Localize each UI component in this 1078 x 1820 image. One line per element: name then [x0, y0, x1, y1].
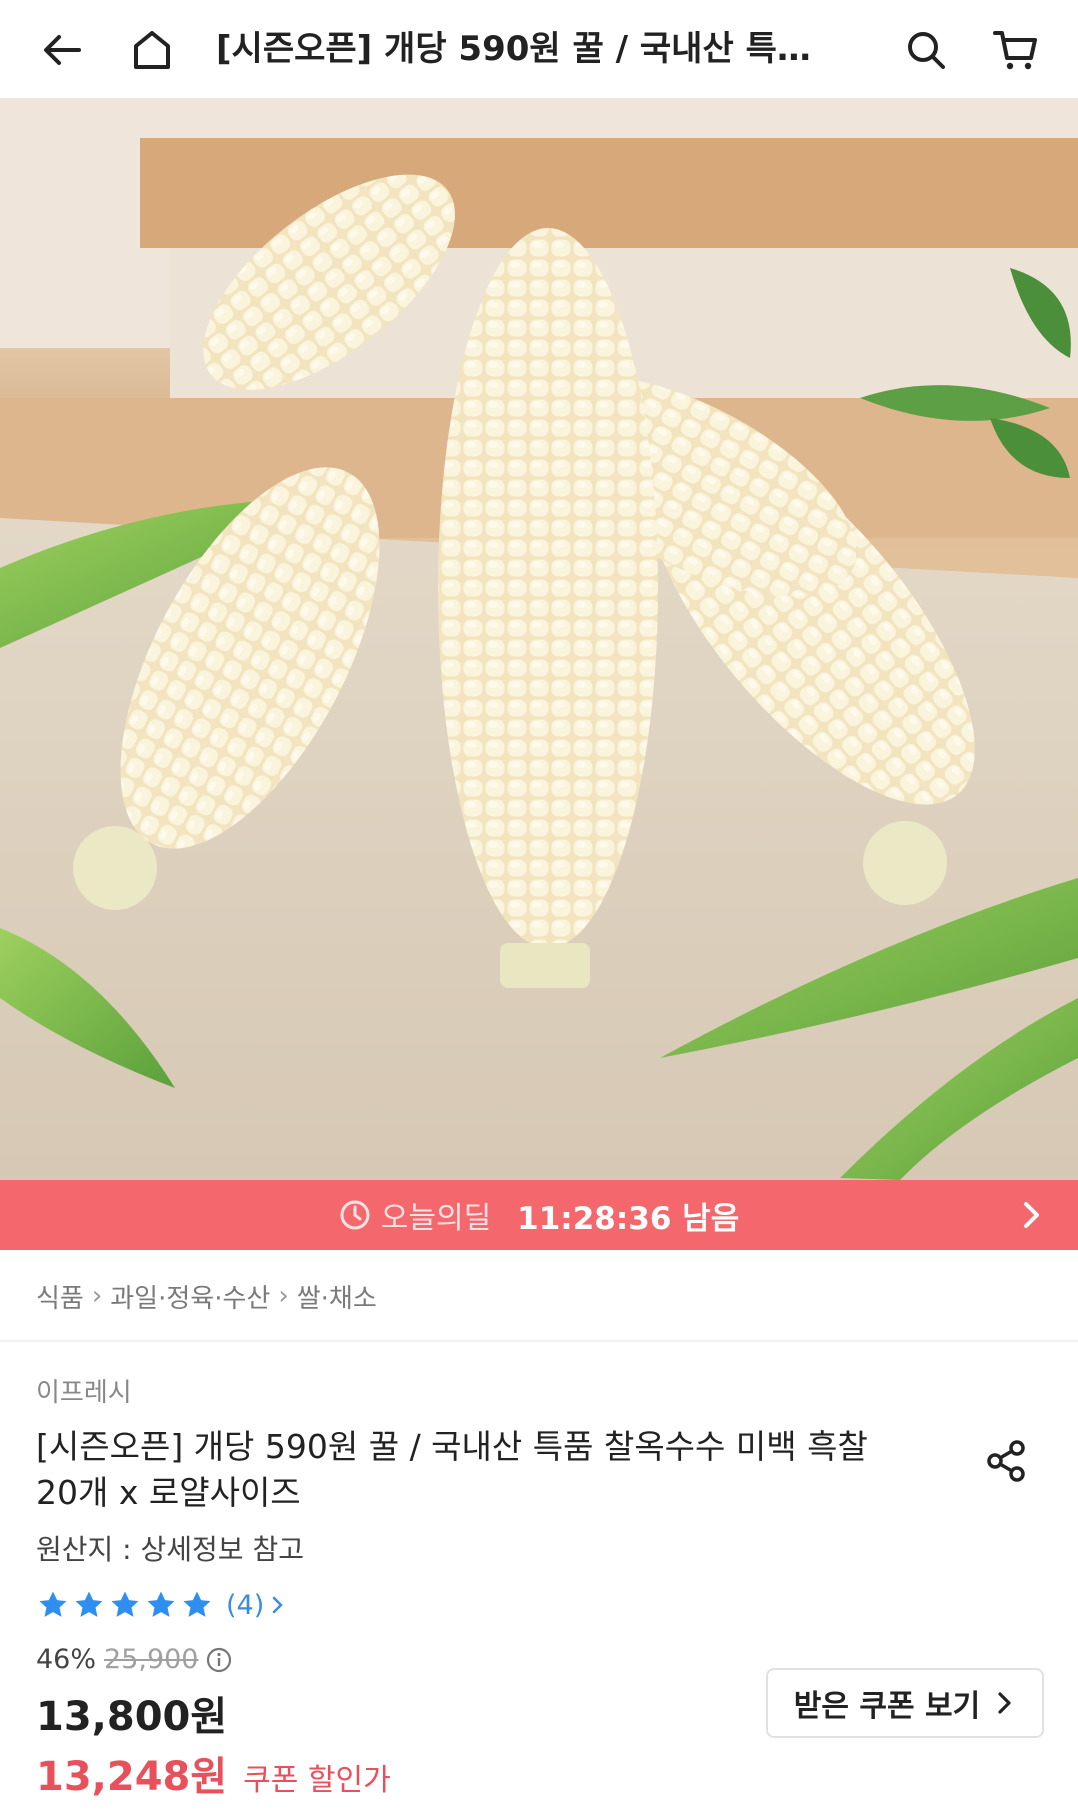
- coupon-price-label: 쿠폰 할인가: [243, 1763, 391, 1798]
- product-title-line-1: [시즌오픈] 개당 590원 꿀 / 국내산 특품 찰옥수수 미백 흑찰: [36, 1427, 868, 1466]
- breadcrumb: 식품 › 과일·정육·수산 › 쌀·채소: [36, 1276, 377, 1316]
- coupon-price-row: 13,248원 쿠폰 할인가: [36, 1744, 391, 1802]
- coupon-price: 13,248원: [36, 1754, 228, 1800]
- rating-summary[interactable]: (4): [36, 1588, 288, 1622]
- view-coupons-label: 받은 쿠폰 보기: [793, 1689, 981, 1724]
- chevron-right-icon: ›: [91, 1281, 103, 1311]
- home-icon: [134, 31, 170, 69]
- cart-icon: [993, 31, 1037, 70]
- review-count: (4): [226, 1589, 265, 1621]
- cart-button[interactable]: [988, 22, 1044, 78]
- home-button[interactable]: [124, 22, 180, 78]
- breadcrumb-item-fruit-meat-seafood[interactable]: 과일·정육·수산: [110, 1278, 270, 1315]
- product-title-line-2: 20개 x 로얄사이즈: [36, 1473, 301, 1512]
- share-icon: [987, 1440, 1025, 1482]
- star-icon: [183, 1591, 211, 1617]
- top-app-bar: [시즌오픈] 개당 590원 꿀 / 국내산 특품 ⋯: [0, 0, 1078, 98]
- chevron-right-icon: ›: [278, 1281, 289, 1311]
- discount-rate: 46%: [36, 1644, 97, 1675]
- star-icon: [75, 1591, 103, 1617]
- product-image[interactable]: [0, 98, 1078, 1180]
- discount-row: 46% 25,900: [36, 1644, 233, 1675]
- breadcrumb-item-food[interactable]: 식품: [36, 1278, 84, 1315]
- star-icon: [111, 1591, 139, 1617]
- chevron-right-icon: [273, 1596, 284, 1614]
- back-arrow-icon: [44, 35, 81, 65]
- view-coupons-button[interactable]: 받은 쿠폰 보기: [766, 1668, 1044, 1738]
- share-button[interactable]: [982, 1436, 1032, 1486]
- info-icon[interactable]: [205, 1646, 233, 1674]
- search-icon: [908, 32, 945, 69]
- product-title: [시즌오픈] 개당 590원 꿀 / 국내산 특품 찰옥수수 미백 흑찰 20개…: [36, 1424, 936, 1516]
- clock-icon: [340, 1200, 370, 1230]
- sale-price: 13,800원: [36, 1694, 228, 1740]
- origin-info: 원산지 : 상세정보 참고: [36, 1533, 304, 1566]
- star-rating: [36, 1588, 214, 1622]
- back-button[interactable]: [34, 22, 90, 78]
- todays-deal-banner[interactable]: 오늘의딜 11:28:36 남음: [0, 1180, 1078, 1250]
- chevron-right-icon: [998, 1692, 1011, 1714]
- deal-countdown: 11:28:36 남음: [517, 1200, 740, 1237]
- chevron-right-icon: [1024, 1202, 1039, 1228]
- star-icon: [147, 1591, 175, 1617]
- breadcrumb-item-rice-vegetables[interactable]: 쌀·채소: [297, 1278, 377, 1315]
- seller-name[interactable]: 이프레시: [36, 1372, 132, 1409]
- deal-label: 오늘의딜: [380, 1201, 492, 1236]
- page-title: [시즌오픈] 개당 590원 꿀 / 국내산 특품 ⋯: [216, 29, 836, 69]
- divider: [0, 1340, 1078, 1342]
- star-icon: [39, 1591, 67, 1617]
- original-price: 25,900: [104, 1644, 199, 1675]
- search-button[interactable]: [898, 22, 954, 78]
